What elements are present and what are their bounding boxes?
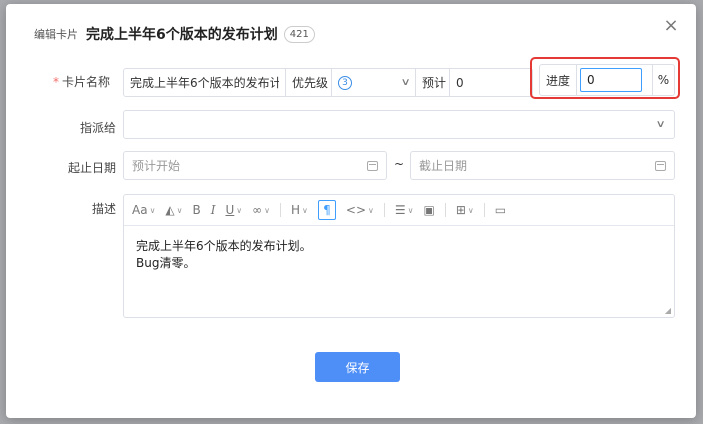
end-date-input[interactable]: 截止日期 [410,151,675,180]
calendar-icon [655,160,666,171]
description-line: Bug清零。 [136,256,196,270]
card-name-row: 完成上半年6个版本的发布计划 优先级 3 ∨ 预计 0 [123,68,533,97]
text-color-button[interactable]: ◭ ∨ [165,203,182,217]
bold-button[interactable]: B [193,203,201,217]
code-icon: <> [345,203,367,217]
card-name-label-text: 卡片名称 [61,75,110,89]
card-name-label: * 卡片名称 [40,73,110,90]
description-editor: Aa ∨ ◭ ∨ B I U ∨ ∞ ∨ H ∨ ¶ <> ∨ ☰ ∨ ▣ ⊞ ∨ ▭ 完成上半… [123,194,675,318]
card-id-badge: 421 [283,25,315,43]
description-label: 描述 [91,202,116,216]
heading-button[interactable]: H ∨ [291,203,308,217]
start-date-input[interactable]: 预计开始 [123,151,387,180]
underline-button[interactable]: U ∨ [226,203,243,217]
card-title: 完成上半年6个版本的发布计划 [86,27,278,43]
priority-label-text: 优先级 [292,76,329,90]
progress-highlight-box [530,57,680,99]
end-date-placeholder: 截止日期 [419,159,468,173]
dialog-label: 编辑卡片 [34,28,78,41]
table-icon: ⊞ [455,203,466,217]
font-size-text: Aa [132,203,148,217]
fullscreen-button[interactable]: ▭ [495,203,506,217]
paragraph-button[interactable]: ¶ [317,200,336,220]
date-range-separator: ~ [393,157,405,171]
card-name-input[interactable]: 完成上半年6个版本的发布计划 [124,69,286,96]
paragraph-icon: ¶ [317,200,336,220]
image-button[interactable]: ▣ [424,203,435,217]
table-button[interactable]: ⊞ ∨ [456,203,474,217]
description-line: 完成上半年6个版本的发布计划。 [136,239,312,253]
chevron-down-icon: ∨ [400,77,411,88]
edit-card-dialog: 编辑卡片 完成上半年6个版本的发布计划 421 × * 卡片名称 完成上半年6个版… [6,4,696,418]
date-range-label: 起止日期 [67,161,116,175]
required-asterisk: * [52,75,59,89]
list-icon: ☰ [394,203,406,217]
underline-text: U [225,203,235,217]
start-date-placeholder: 预计开始 [132,159,181,173]
link-icon: ∞ [252,203,263,217]
italic-button[interactable]: I [211,203,216,217]
window-icon: ▭ [494,203,507,217]
assignee-label: 指派给 [79,121,116,135]
italic-text: I [210,203,216,217]
priority-select[interactable]: 3 ∨ [332,69,416,96]
chevron-down-icon: ∨ [655,119,666,130]
estimate-value: 0 [456,75,464,90]
paint-bucket-icon: ◭ [165,203,175,217]
bold-text: B [192,203,201,217]
description-content[interactable]: 完成上半年6个版本的发布计划。 Bug清零。 [124,226,674,284]
toolbar-divider [383,203,385,217]
dialog-header: 编辑卡片 完成上半年6个版本的发布计划 421 [34,23,315,45]
list-button[interactable]: ☰ ∨ [395,203,414,217]
toolbar-divider [444,203,446,217]
estimate-label-text: 预计 [422,76,447,90]
code-button[interactable]: <> ∨ [346,203,374,217]
priority-value: 3 [338,75,352,90]
link-button[interactable]: ∞ ∨ [252,203,270,217]
resize-handle-icon[interactable]: ◢ [665,306,671,315]
close-icon[interactable]: × [662,17,680,35]
image-icon: ▣ [423,203,435,217]
card-name-value: 完成上半年6个版本的发布计划 [130,76,279,90]
heading-text: H [291,203,301,217]
estimate-input[interactable]: 0 [450,69,532,96]
toolbar-divider [483,203,485,217]
toolbar-divider [280,203,282,217]
calendar-icon [367,160,378,171]
estimate-label: 预计 [416,69,450,96]
font-size-button[interactable]: Aa ∨ [132,203,155,217]
editor-toolbar: Aa ∨ ◭ ∨ B I U ∨ ∞ ∨ H ∨ ¶ <> ∨ ☰ ∨ ▣ ⊞ ∨ ▭ [124,195,674,226]
save-button[interactable]: 保存 [315,352,400,382]
priority-label: 优先级 [286,69,332,96]
assignee-select[interactable]: ∨ [123,110,675,139]
